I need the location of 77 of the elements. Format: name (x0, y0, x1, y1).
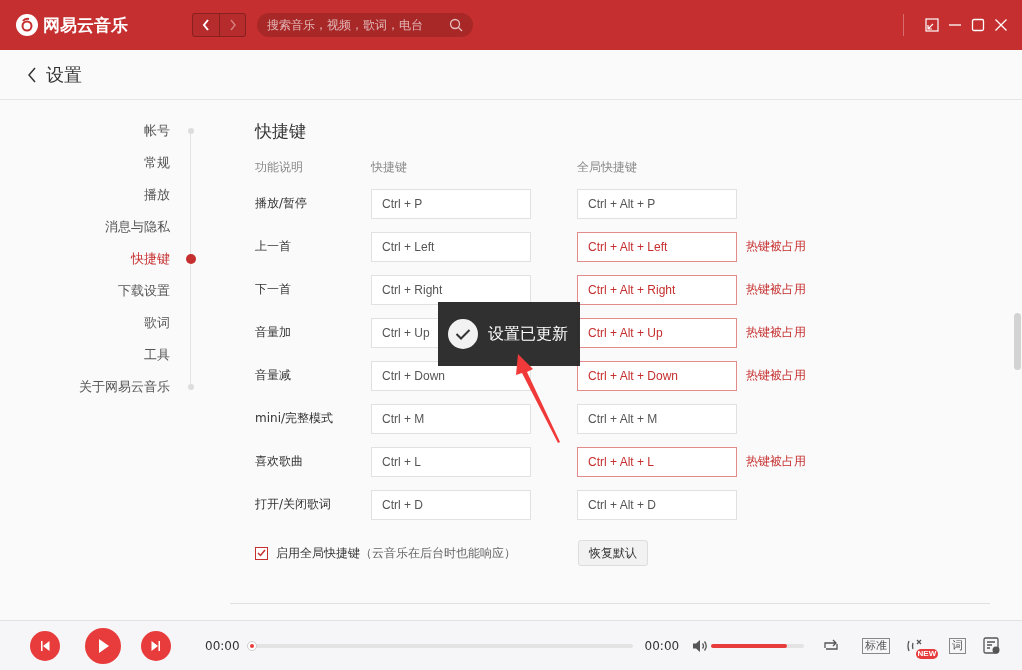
global-shortcut-field[interactable]: Ctrl + Alt + M (577, 403, 737, 434)
lyrics-button[interactable]: 词 (949, 637, 967, 654)
check-circle-icon (448, 319, 478, 349)
volume-icon[interactable] (692, 638, 709, 653)
timeline-dot (188, 128, 194, 134)
playlist-icon[interactable] (983, 636, 1002, 655)
global-shortcut-field[interactable]: Ctrl + Alt + Right (577, 274, 737, 305)
conflict-warning: 热键被占用 (746, 238, 807, 255)
checkbox-label: 启用全局快捷键 (276, 544, 360, 562)
play-icon (97, 638, 109, 653)
function-label: 打开/关闭歌词 (255, 496, 333, 513)
quality-button[interactable]: 标准 (862, 637, 891, 654)
shortcut-field[interactable]: Ctrl + P (371, 188, 531, 219)
restore-defaults-button[interactable]: 恢复默认 (578, 540, 648, 566)
sidebar-item[interactable]: 消息与隐私 (0, 218, 170, 236)
shortcut-field[interactable]: Ctrl + L (371, 446, 531, 477)
chevron-left-icon (27, 66, 37, 83)
elapsed-time: 00:00 (205, 638, 240, 653)
shortcut-field[interactable]: Ctrl + Right (371, 274, 531, 305)
column-header: 功能说明 (255, 159, 304, 176)
repeat-icon[interactable] (822, 638, 841, 653)
previous-icon (40, 640, 50, 651)
column-header: 快捷键 (371, 159, 408, 176)
chevron-right-icon (228, 19, 237, 31)
function-label: 下一首 (255, 281, 292, 298)
logo-icon (16, 14, 38, 36)
search-icon (449, 18, 463, 32)
sidebar-item[interactable]: 下载设置 (0, 282, 170, 300)
chevron-left-icon (202, 19, 210, 31)
progress-thumb[interactable] (246, 640, 257, 651)
previous-button[interactable] (30, 630, 60, 661)
volume-slider[interactable] (711, 643, 805, 648)
function-label: 音量加 (255, 324, 292, 341)
scrollbar-thumb[interactable] (1014, 313, 1021, 370)
total-time: 00:00 (644, 638, 680, 653)
timeline-dot (188, 384, 194, 390)
global-shortcut-field[interactable]: Ctrl + Alt + P (577, 188, 737, 219)
close-icon[interactable] (994, 18, 1008, 32)
global-shortcut-field[interactable]: Ctrl + Alt + Down (577, 360, 737, 391)
column-header: 全局快捷键 (577, 159, 638, 176)
global-shortcut-field[interactable]: Ctrl + Alt + L (577, 446, 737, 477)
function-label: 音量减 (255, 367, 292, 384)
section-title: 快捷键 (255, 120, 307, 143)
function-label: 喜欢歌曲 (255, 453, 304, 470)
conflict-warning: 热键被占用 (746, 367, 807, 384)
sidebar-item[interactable]: 帐号 (0, 122, 170, 140)
sidebar-item[interactable]: 常规 (0, 154, 170, 172)
sidebar-item[interactable]: 关于网易云音乐 (0, 378, 170, 396)
conflict-warning: 热键被占用 (746, 453, 807, 470)
function-label: 播放/暂停 (255, 195, 309, 212)
app-name: 网易云音乐 (43, 13, 128, 37)
maximize-icon[interactable] (971, 18, 985, 32)
next-icon (151, 640, 161, 651)
back-link[interactable]: 设置 (27, 62, 82, 87)
play-button[interactable] (85, 627, 121, 664)
sidebar-item[interactable]: 歌词 (0, 314, 170, 332)
function-label: mini/完整模式 (255, 410, 334, 427)
new-badge: NEW (915, 648, 939, 659)
shortcut-field[interactable]: Ctrl + M (371, 403, 531, 434)
sidebar-item[interactable]: 播放 (0, 186, 170, 204)
shortcut-field[interactable]: Ctrl + Left (371, 231, 531, 262)
global-shortcut-field[interactable]: Ctrl + Alt + D (577, 489, 737, 520)
checkbox[interactable] (255, 546, 268, 560)
check-icon (257, 549, 266, 557)
global-shortcut-field[interactable]: Ctrl + Alt + Up (577, 317, 737, 348)
mini-mode-icon[interactable] (925, 18, 939, 32)
checkbox-note: （云音乐在后台时也能响应） (360, 544, 516, 562)
global-shortcut-field[interactable]: Ctrl + Alt + Left (577, 231, 737, 262)
sidebar-item[interactable]: 快捷键 (0, 250, 170, 268)
shortcut-field[interactable]: Ctrl + D (371, 489, 531, 520)
search-field[interactable]: 搜索音乐，视频，歌词，电台 (257, 13, 473, 37)
next-button[interactable] (141, 630, 171, 661)
toast-message: 设置已更新 (488, 323, 568, 345)
conflict-warning: 热键被占用 (746, 281, 807, 298)
function-label: 上一首 (255, 238, 292, 255)
conflict-warning: 热键被占用 (746, 324, 807, 341)
sidebar-item[interactable]: 工具 (0, 346, 170, 364)
